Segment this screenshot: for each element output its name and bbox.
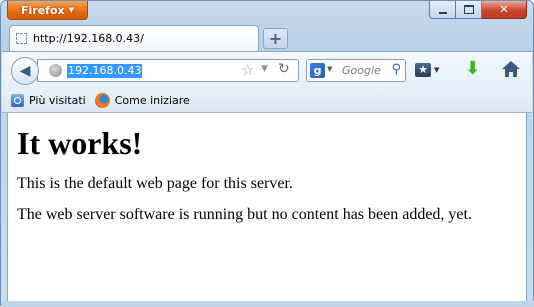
history-dropdown-icon[interactable]: ▼ bbox=[261, 64, 268, 74]
window-controls: ✕ bbox=[429, 1, 527, 19]
chevron-down-icon: ▼ bbox=[68, 5, 74, 14]
bookmark-getting-started[interactable]: Come iniziare bbox=[94, 92, 190, 108]
google-icon[interactable]: g bbox=[310, 63, 325, 78]
bookmark-most-visited[interactable]: Più visitati bbox=[11, 93, 86, 107]
bookmarks-toolbar: Più visitati Come iniziare bbox=[2, 88, 532, 113]
paragraph: The web server software is running but n… bbox=[17, 206, 472, 223]
tab-title: http://192.168.0.43/ bbox=[33, 32, 144, 45]
url-text[interactable]: 192.168.0.43 bbox=[67, 64, 143, 78]
maximize-button[interactable] bbox=[456, 1, 482, 19]
page-heading: It works! bbox=[17, 125, 143, 161]
download-icon[interactable]: ⬇ bbox=[465, 60, 480, 78]
new-tab-button[interactable]: + bbox=[263, 28, 288, 49]
page-content: It works! This is the default web page f… bbox=[7, 113, 527, 301]
plus-icon: + bbox=[268, 29, 283, 48]
bookmarks-menu-button[interactable]: ★ ▼ bbox=[415, 60, 449, 80]
most-visited-icon bbox=[11, 93, 24, 107]
bookmark-label: Più visitati bbox=[29, 93, 86, 107]
minimize-button[interactable] bbox=[429, 1, 456, 19]
window-bottom-border bbox=[1, 301, 534, 307]
firefox-menu-label: Firefox bbox=[21, 3, 65, 17]
blank-page-icon bbox=[16, 33, 27, 44]
back-button[interactable]: ◀ bbox=[11, 57, 39, 85]
url-bar[interactable]: 192.168.0.43 ☆ ▼ ↻ bbox=[37, 59, 299, 82]
chevron-down-icon: ▼ bbox=[434, 66, 440, 74]
bookmarks-star-icon: ★ bbox=[415, 63, 431, 77]
home-icon[interactable] bbox=[501, 59, 521, 79]
navigation-toolbar: 192.168.0.43 ☆ ▼ ↻ ◀ g ▼ Google ⚲ ★ ▼ ⬇ bbox=[2, 51, 532, 89]
engine-dropdown-icon[interactable]: ▼ bbox=[327, 65, 332, 73]
close-button[interactable]: ✕ bbox=[482, 1, 527, 19]
paragraph: This is the default web page for this se… bbox=[17, 175, 293, 192]
search-bar[interactable]: g ▼ Google ⚲ bbox=[306, 59, 406, 82]
tab-active[interactable]: http://192.168.0.43/ bbox=[9, 25, 259, 51]
firefox-icon bbox=[94, 92, 110, 108]
back-arrow-icon: ◀ bbox=[19, 63, 31, 79]
bookmark-star-icon[interactable]: ☆ bbox=[241, 61, 254, 79]
search-icon[interactable]: ⚲ bbox=[391, 62, 401, 77]
maximize-icon bbox=[463, 5, 474, 14]
bookmark-label: Come iniziare bbox=[114, 93, 190, 107]
firefox-menu-button[interactable]: Firefox ▼ bbox=[7, 1, 88, 20]
search-input[interactable]: Google bbox=[342, 64, 381, 77]
browser-window: Firefox ▼ ✕ http://192.168.0.43/ + 192.1… bbox=[0, 0, 534, 307]
reload-icon[interactable]: ↻ bbox=[278, 61, 290, 77]
close-icon: ✕ bbox=[499, 3, 509, 16]
minimize-icon bbox=[438, 11, 447, 14]
globe-icon bbox=[49, 64, 62, 77]
